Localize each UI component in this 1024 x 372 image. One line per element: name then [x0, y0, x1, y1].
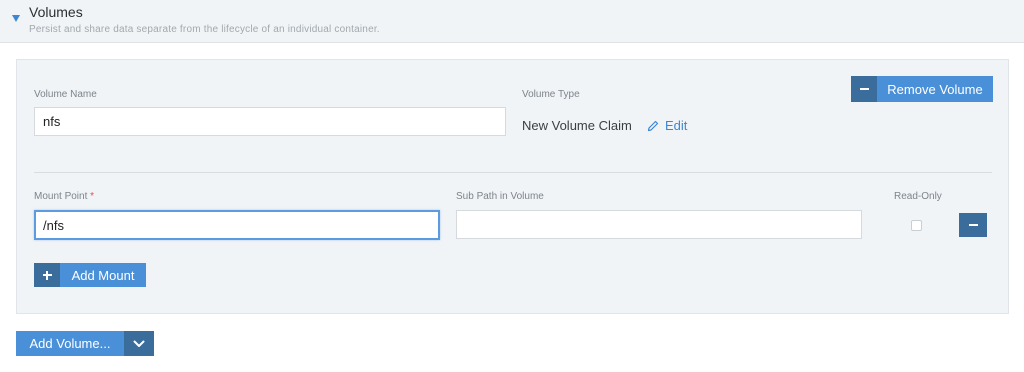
add-volume-button-group: Add Volume... [16, 331, 154, 356]
required-marker: * [90, 191, 95, 202]
volume-name-input[interactable] [34, 107, 506, 136]
volumes-section-header: Volumes Persist and share data separate … [0, 0, 1024, 43]
edit-label: Edit [665, 118, 688, 133]
volume-panel: Volume Name Volume Type New Volume Claim… [16, 59, 1009, 314]
minus-icon [851, 76, 877, 102]
volume-name-label: Volume Name [34, 89, 97, 100]
volume-type-value: New Volume Claim [522, 118, 632, 133]
pencil-icon [647, 120, 659, 131]
section-description: Persist and share data separate from the… [29, 24, 380, 35]
volume-type-label: Volume Type [522, 89, 580, 100]
remove-volume-label: Remove Volume [887, 81, 983, 97]
section-title: Volumes [29, 4, 83, 20]
add-mount-label: Add Mount [71, 267, 135, 283]
sub-path-label: Sub Path in Volume [456, 191, 544, 202]
caret-down-icon[interactable] [12, 15, 20, 22]
add-volume-button[interactable]: Add Volume... [16, 331, 124, 356]
read-only-label: Read-Only [894, 191, 942, 202]
minus-icon [968, 224, 978, 226]
plus-icon [34, 263, 60, 287]
divider [34, 172, 992, 173]
add-mount-button[interactable]: Add Mount [34, 263, 146, 287]
edit-volume-type-link[interactable]: Edit [647, 118, 687, 133]
read-only-checkbox[interactable] [911, 220, 922, 231]
mount-point-label: Mount Point * [34, 191, 95, 202]
remove-volume-button[interactable]: Remove Volume [851, 76, 993, 102]
mount-point-input[interactable] [34, 210, 440, 240]
remove-mount-button[interactable] [959, 213, 987, 237]
add-volume-dropdown-button[interactable] [124, 331, 154, 356]
sub-path-input[interactable] [456, 210, 862, 239]
chevron-down-icon [133, 340, 145, 347]
